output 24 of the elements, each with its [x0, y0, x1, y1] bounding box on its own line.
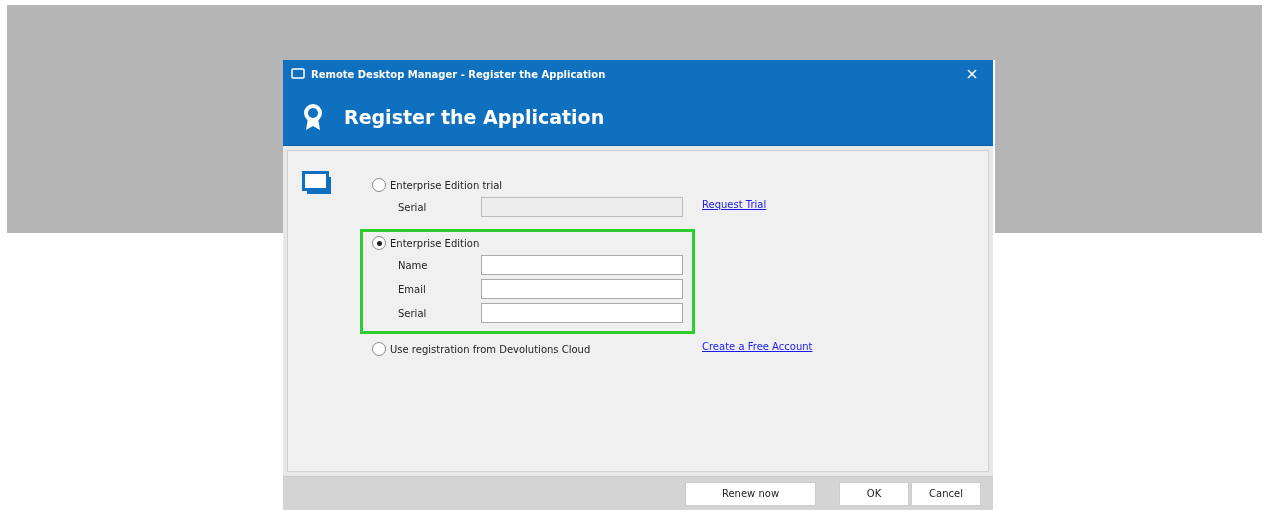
input-field[interactable]: [481, 255, 683, 275]
input-field[interactable]: [481, 303, 683, 323]
close-icon[interactable]: [967, 69, 977, 79]
window-title: Remote Desktop Manager - Register the Application: [311, 68, 607, 80]
field-label: Name: [398, 259, 429, 271]
field-label: Serial: [398, 201, 428, 213]
radio-button[interactable]: [372, 342, 386, 356]
field-label: Email: [398, 283, 427, 295]
radio-button[interactable]: [372, 236, 386, 250]
monitor-icon: [291, 68, 305, 80]
monitor-icon: [302, 171, 332, 195]
link[interactable]: Create a Free Account: [702, 341, 813, 352]
header-title: Register the Application: [344, 105, 605, 128]
option-label[interactable]: Enterprise Edition trial: [390, 179, 503, 191]
option-label[interactable]: Use registration from Devolutions Cloud: [390, 343, 591, 355]
radio-button[interactable]: [372, 178, 386, 192]
input-field[interactable]: [481, 279, 683, 299]
dialog-button[interactable]: OK: [839, 481, 909, 506]
dialog-button[interactable]: Cancel: [911, 481, 981, 506]
link[interactable]: Request Trial: [702, 199, 767, 210]
option-label[interactable]: Enterprise Edition: [390, 237, 480, 249]
award-ribbon-icon: [302, 102, 324, 131]
field-label: Serial: [398, 307, 428, 319]
dialog-button[interactable]: Renew now: [685, 481, 816, 506]
